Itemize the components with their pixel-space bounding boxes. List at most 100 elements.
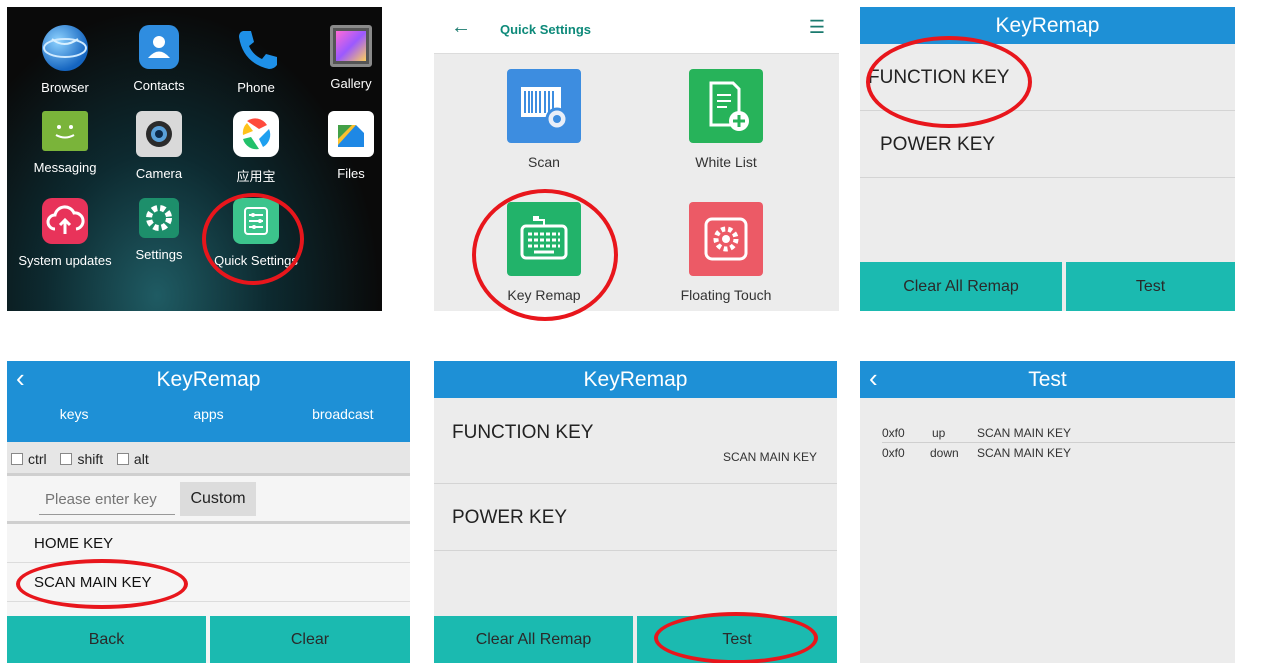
key-label: FUNCTION KEY (452, 422, 594, 443)
app-label: Camera (135, 166, 183, 181)
tile-label: White List (695, 154, 757, 170)
key-row-power[interactable]: POWER KEY (860, 111, 1235, 178)
app-messaging[interactable]: Messaging (17, 111, 113, 175)
key-label: POWER KEY (452, 507, 568, 528)
key-code: 0xf0 (882, 426, 905, 440)
tab-keys[interactable]: keys (7, 397, 141, 442)
key-action: down (930, 446, 959, 460)
tile-label: Floating Touch (680, 287, 772, 303)
quick-settings-screen: ← Quick Settings ☰ Scan White List Key R… (434, 7, 839, 311)
key-row-power[interactable]: POWER KEY (434, 484, 837, 551)
ctrl-checkbox[interactable] (11, 453, 23, 465)
back-arrow-icon[interactable]: ← (451, 16, 471, 39)
app-label: Messaging (33, 160, 97, 175)
barcode-scan-icon (507, 69, 581, 143)
app-phone[interactable]: Phone (208, 25, 304, 95)
key-input[interactable] (39, 485, 175, 515)
keyremap-mapped-screen: KeyRemap FUNCTION KEY SCAN MAIN KEY POWE… (434, 361, 837, 663)
app-browser[interactable]: Browser (17, 25, 113, 95)
app-header: KeyRemap (434, 361, 837, 398)
log-entry: 0xf0 up SCAN MAIN KEY (882, 423, 1235, 443)
clear-all-remap-button[interactable]: Clear All Remap (434, 616, 633, 663)
app-gallery[interactable]: Gallery (303, 25, 382, 91)
phone-icon (233, 25, 279, 71)
floating-touch-icon (689, 202, 763, 276)
key-action: up (932, 426, 946, 440)
tile-white-list[interactable]: White List (651, 69, 801, 170)
back-chevron-icon[interactable]: ‹ (16, 361, 25, 395)
modifier-row: ctrl shift alt (7, 442, 410, 476)
key-label: POWER KEY (880, 134, 996, 155)
back-button[interactable]: Back (7, 616, 206, 663)
app-header: ‹ Test (860, 361, 1235, 398)
ctrl-label: ctrl (28, 451, 47, 467)
alt-label: alt (133, 451, 149, 467)
tile-scan[interactable]: Scan (469, 69, 619, 170)
tab-apps[interactable]: apps (141, 397, 275, 442)
app-store-icon (233, 111, 279, 157)
mapped-value: SCAN MAIN KEY (722, 450, 817, 464)
page-title: Quick Settings (500, 22, 592, 37)
app-label: Quick Settings (214, 253, 298, 268)
tile-floating-touch[interactable]: Floating Touch (651, 202, 801, 303)
contacts-icon (139, 25, 179, 69)
custom-button[interactable]: Custom (180, 482, 256, 516)
app-label: Phone (237, 80, 275, 95)
key-event-log: 0xf0 up SCAN MAIN KEY 0xf0 down SCAN MAI… (882, 423, 1235, 463)
list-menu-icon[interactable]: ☰ (809, 17, 825, 38)
page-title: KeyRemap (995, 14, 1100, 37)
key-item-home[interactable]: HOME KEY (7, 524, 410, 563)
keyboard-icon (507, 202, 581, 276)
test-button[interactable]: Test (1066, 262, 1235, 311)
gallery-icon (330, 25, 372, 67)
custom-key-row: Custom (7, 476, 410, 524)
back-chevron-icon[interactable]: ‹ (869, 361, 878, 395)
quick-settings-header: ← Quick Settings ☰ (434, 7, 839, 54)
app-label: System updates (18, 253, 112, 268)
app-files[interactable]: Files (303, 111, 382, 181)
shift-checkbox[interactable] (60, 453, 73, 465)
app-header: KeyRemap (860, 7, 1235, 44)
globe-icon (42, 25, 88, 71)
app-header: ‹ KeyRemap (7, 361, 410, 398)
test-screen: ‹ Test 0xf0 up SCAN MAIN KEY 0xf0 down S… (860, 361, 1235, 663)
keyremap-screen: KeyRemap FUNCTION KEY POWER KEY Clear Al… (860, 7, 1235, 311)
messaging-icon (42, 111, 88, 151)
key-row-function[interactable]: FUNCTION KEY SCAN MAIN KEY (434, 398, 837, 484)
app-label: Gallery (330, 76, 372, 91)
shift-label: shift (77, 451, 104, 467)
app-contacts[interactable]: Contacts (111, 25, 207, 93)
key-item-scan-main[interactable]: SCAN MAIN KEY (7, 563, 410, 602)
app-camera[interactable]: Camera (111, 111, 207, 181)
app-label: 应用宝 (236, 169, 276, 184)
key-row-function[interactable]: FUNCTION KEY (860, 44, 1235, 111)
page-title: Test (1028, 368, 1067, 391)
app-label: Settings (135, 247, 183, 262)
key-code: 0xf0 (882, 446, 905, 460)
app-label: Browser (41, 80, 89, 95)
files-icon (328, 111, 374, 157)
camera-icon (136, 111, 182, 157)
clear-all-remap-button[interactable]: Clear All Remap (860, 262, 1062, 311)
page-title: KeyRemap (583, 368, 688, 391)
tile-label: Key Remap (507, 287, 581, 303)
app-label: Files (337, 166, 365, 181)
key-name: SCAN MAIN KEY (977, 426, 1072, 440)
launcher-screen: Browser Contacts Phone Gallery Messaging… (7, 7, 382, 311)
key-label: FUNCTION KEY (868, 67, 1010, 88)
app-system-updates[interactable]: System updates (17, 198, 113, 268)
app-quick-settings[interactable]: Quick Settings (208, 198, 304, 268)
app-store[interactable]: 应用宝 (208, 111, 304, 185)
cloud-upload-icon (42, 198, 88, 244)
app-settings[interactable]: Settings (111, 198, 207, 262)
app-label: Contacts (133, 78, 185, 93)
log-entry: 0xf0 down SCAN MAIN KEY (882, 443, 1235, 463)
keyremap-select-screen: ‹ KeyRemap keys apps broadcast ctrl shif… (7, 361, 410, 663)
tile-key-remap[interactable]: Key Remap (469, 202, 619, 303)
tab-bar: keys apps broadcast (7, 397, 410, 442)
alt-checkbox[interactable] (116, 453, 129, 465)
clear-button[interactable]: Clear (210, 616, 410, 663)
tab-broadcast[interactable]: broadcast (276, 397, 410, 442)
page-title: KeyRemap (156, 368, 261, 391)
test-button[interactable]: Test (637, 616, 837, 663)
